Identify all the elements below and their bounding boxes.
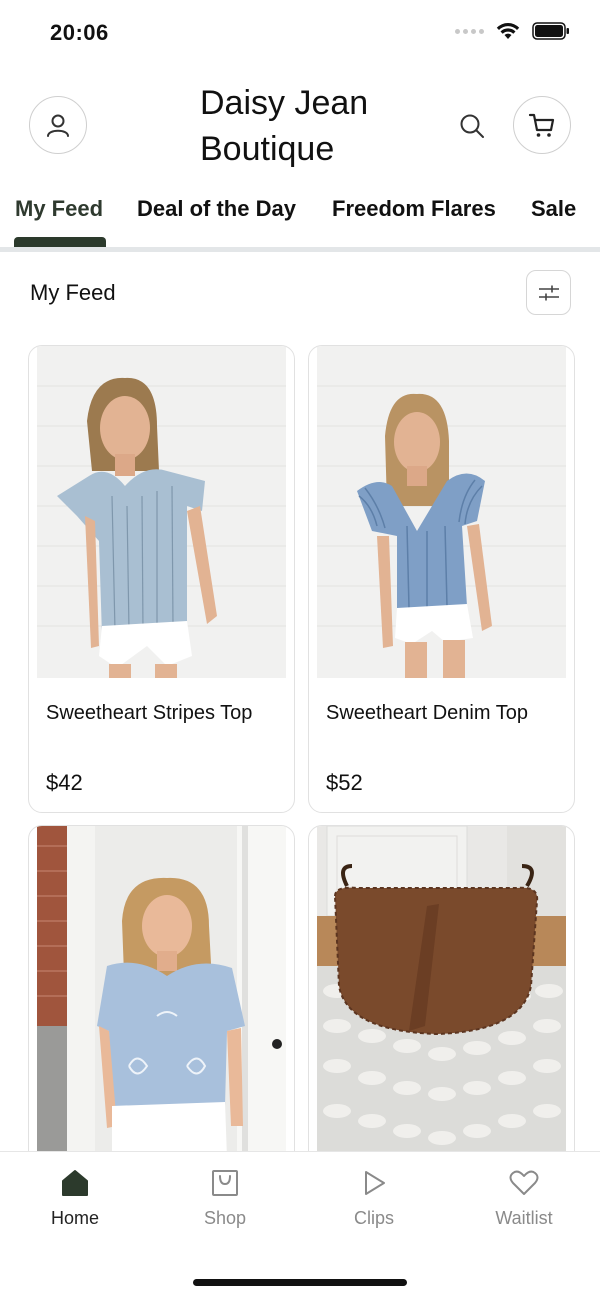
tab-my-feed[interactable]: My Feed bbox=[15, 196, 103, 222]
cellular-signal-icon bbox=[455, 28, 484, 34]
product-price: $42 bbox=[46, 770, 83, 795]
cart-button[interactable] bbox=[513, 96, 571, 154]
bottom-navigation: Home Shop Clips Waitlist bbox=[0, 1151, 600, 1299]
tab-deal-of-the-day[interactable]: Deal of the Day bbox=[137, 196, 296, 222]
product-image bbox=[37, 826, 286, 1158]
section-title: My Feed bbox=[30, 280, 116, 305]
nav-home[interactable]: Home bbox=[25, 1168, 125, 1229]
nav-clips-label: Clips bbox=[353, 1208, 394, 1228]
product-name: Sweetheart Stripes Top bbox=[46, 702, 253, 724]
user-icon bbox=[47, 114, 69, 137]
active-tab-indicator bbox=[14, 237, 106, 247]
product-card[interactable]: Sweetheart Denim Top $52 bbox=[308, 345, 575, 813]
product-image bbox=[317, 346, 566, 678]
home-indicator[interactable] bbox=[193, 1279, 407, 1286]
battery-icon bbox=[532, 22, 569, 40]
product-card[interactable] bbox=[308, 825, 575, 1165]
status-bar: 20:06 bbox=[0, 0, 600, 66]
cart-icon bbox=[528, 113, 555, 137]
tab-sale[interactable]: Sale bbox=[531, 196, 576, 222]
play-icon bbox=[365, 1171, 385, 1195]
category-tabs: My Feed Deal of the Day Freedom Flares S… bbox=[0, 186, 600, 252]
tab-freedom-flares[interactable]: Freedom Flares bbox=[332, 196, 496, 222]
product-name: Sweetheart Denim Top bbox=[326, 702, 528, 724]
nav-home-label: Home bbox=[50, 1208, 99, 1228]
store-name: Daisy Jean Boutique bbox=[200, 84, 369, 168]
nav-clips[interactable]: Clips bbox=[324, 1168, 424, 1229]
profile-button[interactable] bbox=[29, 96, 87, 154]
status-time: 20:06 bbox=[50, 20, 109, 45]
status-icons bbox=[455, 22, 570, 40]
nav-waitlist[interactable]: Waitlist bbox=[474, 1168, 574, 1229]
filter-button[interactable] bbox=[526, 270, 571, 315]
nav-waitlist-label: Waitlist bbox=[495, 1208, 553, 1228]
nav-shop[interactable]: Shop bbox=[175, 1168, 275, 1229]
app-header: Daisy Jean Boutique bbox=[0, 66, 600, 186]
product-card[interactable]: Sweetheart Stripes Top $42 bbox=[28, 345, 295, 813]
home-icon bbox=[62, 1170, 88, 1196]
product-card[interactable] bbox=[28, 825, 295, 1165]
sliders-icon bbox=[538, 285, 559, 300]
shop-bag-icon bbox=[212, 1170, 238, 1196]
wifi-icon bbox=[496, 23, 520, 39]
nav-shop-label: Shop bbox=[203, 1208, 247, 1228]
search-button[interactable] bbox=[452, 106, 492, 146]
heart-icon bbox=[509, 1170, 539, 1195]
product-price: $52 bbox=[326, 770, 363, 795]
product-image bbox=[317, 826, 566, 1158]
search-icon bbox=[460, 114, 484, 138]
product-image bbox=[37, 346, 286, 678]
